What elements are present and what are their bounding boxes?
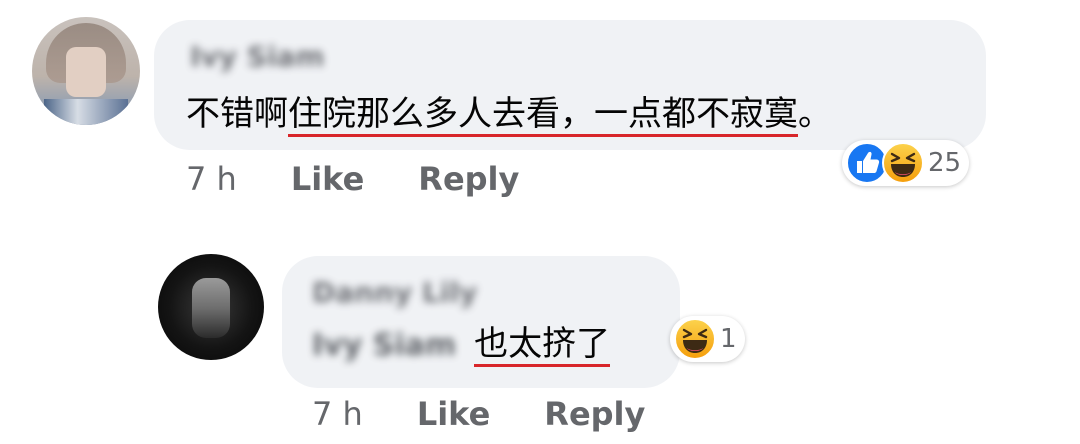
like-button[interactable]: Like	[291, 160, 364, 198]
reply-button[interactable]: Reply	[544, 395, 645, 433]
comment-text-prefix: 不错啊	[186, 94, 288, 134]
reply-text-underlined: 也太挤了	[474, 324, 611, 367]
comment-thread: Ivy Siam 不错啊住院那么多人去看，一点都不寂寞。 25 7 h Like	[0, 0, 1080, 444]
reply-actions: 7 h Like Reply	[312, 395, 645, 433]
reaction-count: 1	[720, 324, 737, 354]
avatar-face	[66, 47, 106, 97]
comment-author-name[interactable]: Ivy Siam	[190, 40, 325, 73]
comment-actions: 7 h Like Reply	[186, 160, 519, 198]
haha-icon	[674, 318, 716, 360]
reaction-summary[interactable]: 1	[670, 316, 745, 362]
comment-text: 不错啊住院那么多人去看，一点都不寂寞。	[186, 86, 832, 137]
comment-timestamp[interactable]: 7 h	[186, 160, 237, 198]
reply-author-name[interactable]: Danny Lily	[312, 276, 477, 309]
avatar-figure	[192, 278, 230, 338]
reply-bubble: Danny Lily Ivy Siam 也太挤了	[282, 256, 680, 388]
reaction-summary[interactable]: 25	[842, 140, 970, 186]
comment-bubble: Ivy Siam 不错啊住院那么多人去看，一点都不寂寞。	[154, 20, 986, 150]
avatar[interactable]	[32, 17, 140, 125]
mention-tag[interactable]: Ivy Siam	[312, 328, 456, 363]
reaction-count: 25	[928, 148, 962, 178]
haha-icon	[882, 142, 924, 184]
avatar-shirt	[44, 99, 128, 125]
avatar[interactable]	[158, 254, 264, 360]
reply-timestamp[interactable]: 7 h	[312, 395, 363, 433]
comment-text-underlined: 住院那么多人去看，一点都不寂寞	[288, 94, 798, 137]
comment-text-suffix: 。	[798, 94, 832, 134]
like-button[interactable]: Like	[417, 395, 490, 433]
reply-text: Ivy Siam 也太挤了	[312, 324, 611, 367]
reply-button[interactable]: Reply	[418, 160, 519, 198]
